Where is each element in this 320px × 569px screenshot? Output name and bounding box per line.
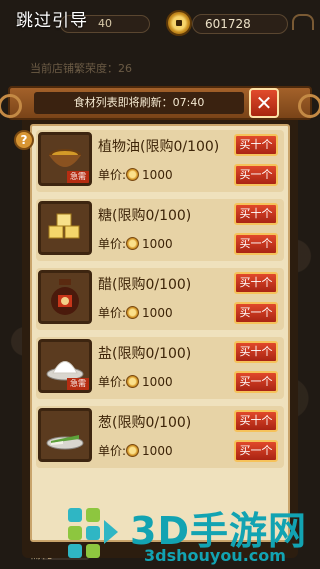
oil-bowl-icon: 急需 [38, 132, 92, 186]
sugar-cubes-icon [38, 201, 92, 255]
price-value: 1000 [142, 443, 173, 458]
scallion-plate-icon [38, 408, 92, 462]
item-price: 单价: 1000 [98, 304, 173, 321]
buy-ten-button[interactable]: 买十个 [234, 410, 278, 432]
item-name: 盐(限购0/100) [98, 346, 192, 362]
shop-item-oil: 急需 植物油(限购0/100) 单价: 1000 买十个 买一个 [36, 130, 284, 192]
price-value: 1000 [142, 236, 173, 251]
urgent-tag: 急需 [67, 378, 89, 390]
price-label: 单价: [98, 444, 127, 458]
salt-plate-icon: 急需 [38, 339, 92, 393]
buy-one-button[interactable]: 买一个 [234, 302, 278, 324]
cloud-ornament-icon [292, 14, 314, 30]
price-value: 1000 [142, 374, 173, 389]
coin-icon [166, 10, 192, 36]
top-bar: 40 跳过引导 601728 [0, 0, 320, 46]
skip-guide-button[interactable]: 跳过引导 [16, 6, 88, 31]
close-button[interactable]: ✕ [249, 88, 279, 118]
watermark-logo-icon [68, 508, 118, 558]
price-label: 单价: [98, 237, 127, 251]
buy-one-button[interactable]: 买一个 [234, 164, 278, 186]
item-price: 单价: 1000 [98, 442, 173, 459]
prosperity-label: 当前店铺繁荣度：26 [30, 62, 132, 75]
buy-ten-button[interactable]: 买十个 [234, 341, 278, 363]
coin-icon [126, 444, 140, 457]
watermark-url: 3dshouyou.com [144, 546, 286, 565]
item-price: 单价: 1000 [98, 166, 173, 183]
price-label: 单价: [98, 375, 127, 389]
buy-ten-button[interactable]: 买十个 [234, 203, 278, 225]
help-button[interactable]: ? [14, 130, 34, 150]
coin-icon [126, 237, 140, 250]
item-name: 糖(限购0/100) [98, 208, 192, 224]
watermark: 3D手游网 3dshouyou.com [60, 498, 320, 569]
price-label: 单价: [98, 168, 127, 182]
shop-item-scallion: 葱(限购0/100) 单价: 1000 买十个 买一个 [36, 406, 284, 468]
coin-icon [126, 168, 140, 181]
buy-ten-button[interactable]: 买十个 [234, 134, 278, 156]
item-name: 醋(限购0/100) [98, 277, 192, 293]
coin-amount: 601728 [192, 14, 288, 34]
coin-icon [126, 375, 140, 388]
shop-item-salt: 急需 盐(限购0/100) 单价: 1000 买十个 买一个 [36, 337, 284, 399]
buy-one-button[interactable]: 买一个 [234, 233, 278, 255]
item-price: 单价: 1000 [98, 235, 173, 252]
buy-one-button[interactable]: 买一个 [234, 440, 278, 462]
buy-ten-button[interactable]: 买十个 [234, 272, 278, 294]
price-value: 1000 [142, 167, 173, 182]
coin-icon [126, 306, 140, 319]
item-name: 植物油(限购0/100) [98, 139, 220, 155]
refresh-timer: 食材列表即将刷新：07:40 [34, 92, 244, 114]
item-name: 葱(限购0/100) [98, 415, 192, 431]
shop-item-vinegar: 醋(限购0/100) 单价: 1000 买十个 买一个 [36, 268, 284, 330]
vinegar-jar-icon [38, 270, 92, 324]
price-value: 1000 [142, 305, 173, 320]
item-price: 单价: 1000 [98, 373, 173, 390]
buy-one-button[interactable]: 买一个 [234, 371, 278, 393]
shop-item-sugar: 糖(限购0/100) 单价: 1000 买十个 买一个 [36, 199, 284, 261]
urgent-tag: 急需 [67, 171, 89, 183]
price-label: 单价: [98, 306, 127, 320]
